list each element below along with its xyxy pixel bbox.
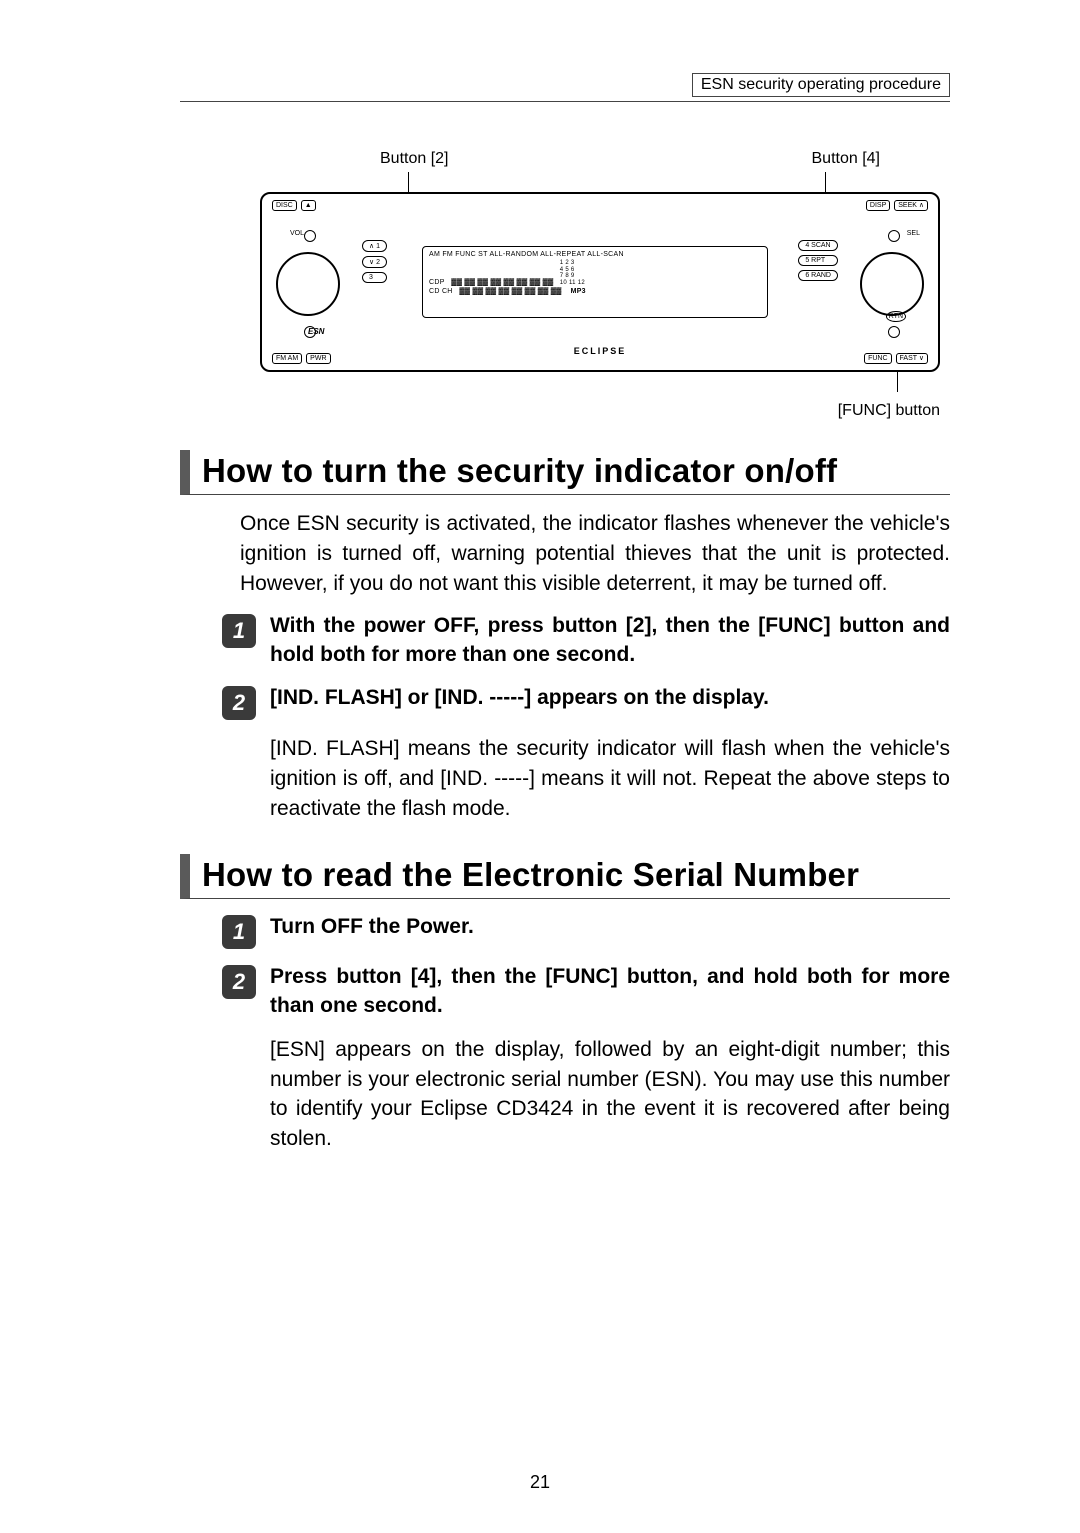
preset-6-rand: 6 RAND	[798, 270, 838, 281]
pwr-button: PWR	[306, 353, 330, 364]
display-row-cdch: CD CH ▓▓ ▓▓ ▓▓ ▓▓ ▓▓ ▓▓ ▓▓ ▓▓ MP3	[429, 288, 761, 295]
section2-step-2: 2 Press button [4], then the [FUNC] butt…	[222, 963, 950, 1021]
section1-step1-text: With the power OFF, press button [2], th…	[270, 612, 950, 670]
display-icons-row: AM FM FUNC ST ALL-RANDOM ALL-REPEAT ALL-…	[429, 251, 761, 258]
func-lead-line	[260, 372, 940, 400]
page-number: 21	[0, 1472, 1080, 1493]
section1-intro: Once ESN security is activated, the indi…	[240, 509, 950, 598]
header-rule: ESN security operating procedure	[180, 70, 950, 102]
label-button-4: Button [4]	[812, 150, 881, 168]
eject-button: ▲	[301, 200, 316, 211]
preset-2: ∨ 2	[362, 256, 387, 268]
page: ESN security operating procedure Button …	[0, 0, 1080, 1533]
left-preset-stack: ∧ 1 ∨ 2 3	[362, 240, 387, 283]
section1-step-1: 1 With the power OFF, press button [2], …	[222, 612, 950, 670]
sel-label: SEL	[907, 230, 920, 237]
esn-label: ESN	[308, 327, 324, 336]
step-badge-1b: 1	[222, 915, 256, 949]
step-badge-2: 2	[222, 686, 256, 720]
preset-3: 3	[362, 272, 387, 283]
disp-button: DISP	[866, 200, 890, 211]
right-preset-stack: 4 SCAN 5 RPT 6 RAND	[798, 240, 838, 281]
volume-knob	[276, 252, 340, 316]
label-func-button: [FUNC] button	[260, 402, 940, 420]
step-badge-1: 1	[222, 614, 256, 648]
header-section-tag: ESN security operating procedure	[692, 73, 950, 97]
section2-step-1: 1 Turn OFF the Power.	[222, 913, 950, 949]
select-knob	[860, 252, 924, 316]
fast-down-button: FAST ∨	[896, 353, 928, 364]
diagram-top-labels: Button [2] Button [4]	[260, 150, 940, 168]
preset-4-scan: 4 SCAN	[798, 240, 838, 251]
device-diagram: Button [2] Button [4] DISC ▲ DISP SEEK ∧…	[260, 150, 940, 420]
fm-am-button: FM AM	[272, 353, 302, 364]
preset-5-rpt: 5 RPT	[798, 255, 838, 266]
display-track-grid: 1 2 3 4 5 6 7 8 9 10 11 12	[560, 260, 585, 286]
seek-up-button: SEEK ∧	[894, 200, 928, 211]
brand-label: ECLIPSE	[358, 346, 842, 356]
disc-button: DISC	[272, 200, 297, 211]
heading-security-indicator: How to turn the security indicator on/of…	[180, 450, 950, 495]
section2-step1-text: Turn OFF the Power.	[270, 913, 950, 942]
head-unit-faceplate: DISC ▲ DISP SEEK ∧ FM AM PWR FUNC FAST ∨	[260, 192, 940, 372]
heading-read-esn: How to read the Electronic Serial Number	[180, 854, 950, 899]
diagram-lead-lines	[260, 172, 940, 192]
label-button-2: Button [2]	[380, 150, 449, 168]
display-row-cdp: CDP ▓▓ ▓▓ ▓▓ ▓▓ ▓▓ ▓▓ ▓▓ ▓▓ 1 2 3 4 5 6 …	[429, 260, 761, 286]
section2-step2-text: Press button [4], then the [FUNC] button…	[270, 963, 950, 1021]
preset-1: ∧ 1	[362, 240, 387, 252]
vol-label: VOL	[290, 230, 304, 237]
section1-step-2: 2 [IND. FLASH] or [IND. -----] appears o…	[222, 684, 950, 720]
rtn-label: RTN	[886, 311, 906, 322]
section2-step2-note: [ESN] appears on the display, followed b…	[270, 1035, 950, 1154]
step-badge-2b: 2	[222, 965, 256, 999]
lcd-display: CD 3424 AM FM FUNC ST ALL-RANDOM ALL-REP…	[422, 246, 768, 318]
section1-step2-text: [IND. FLASH] or [IND. -----] appears on …	[270, 684, 950, 713]
section1-step2-note: [IND. FLASH] means the security indicato…	[270, 734, 950, 823]
func-button: FUNC	[864, 353, 891, 364]
